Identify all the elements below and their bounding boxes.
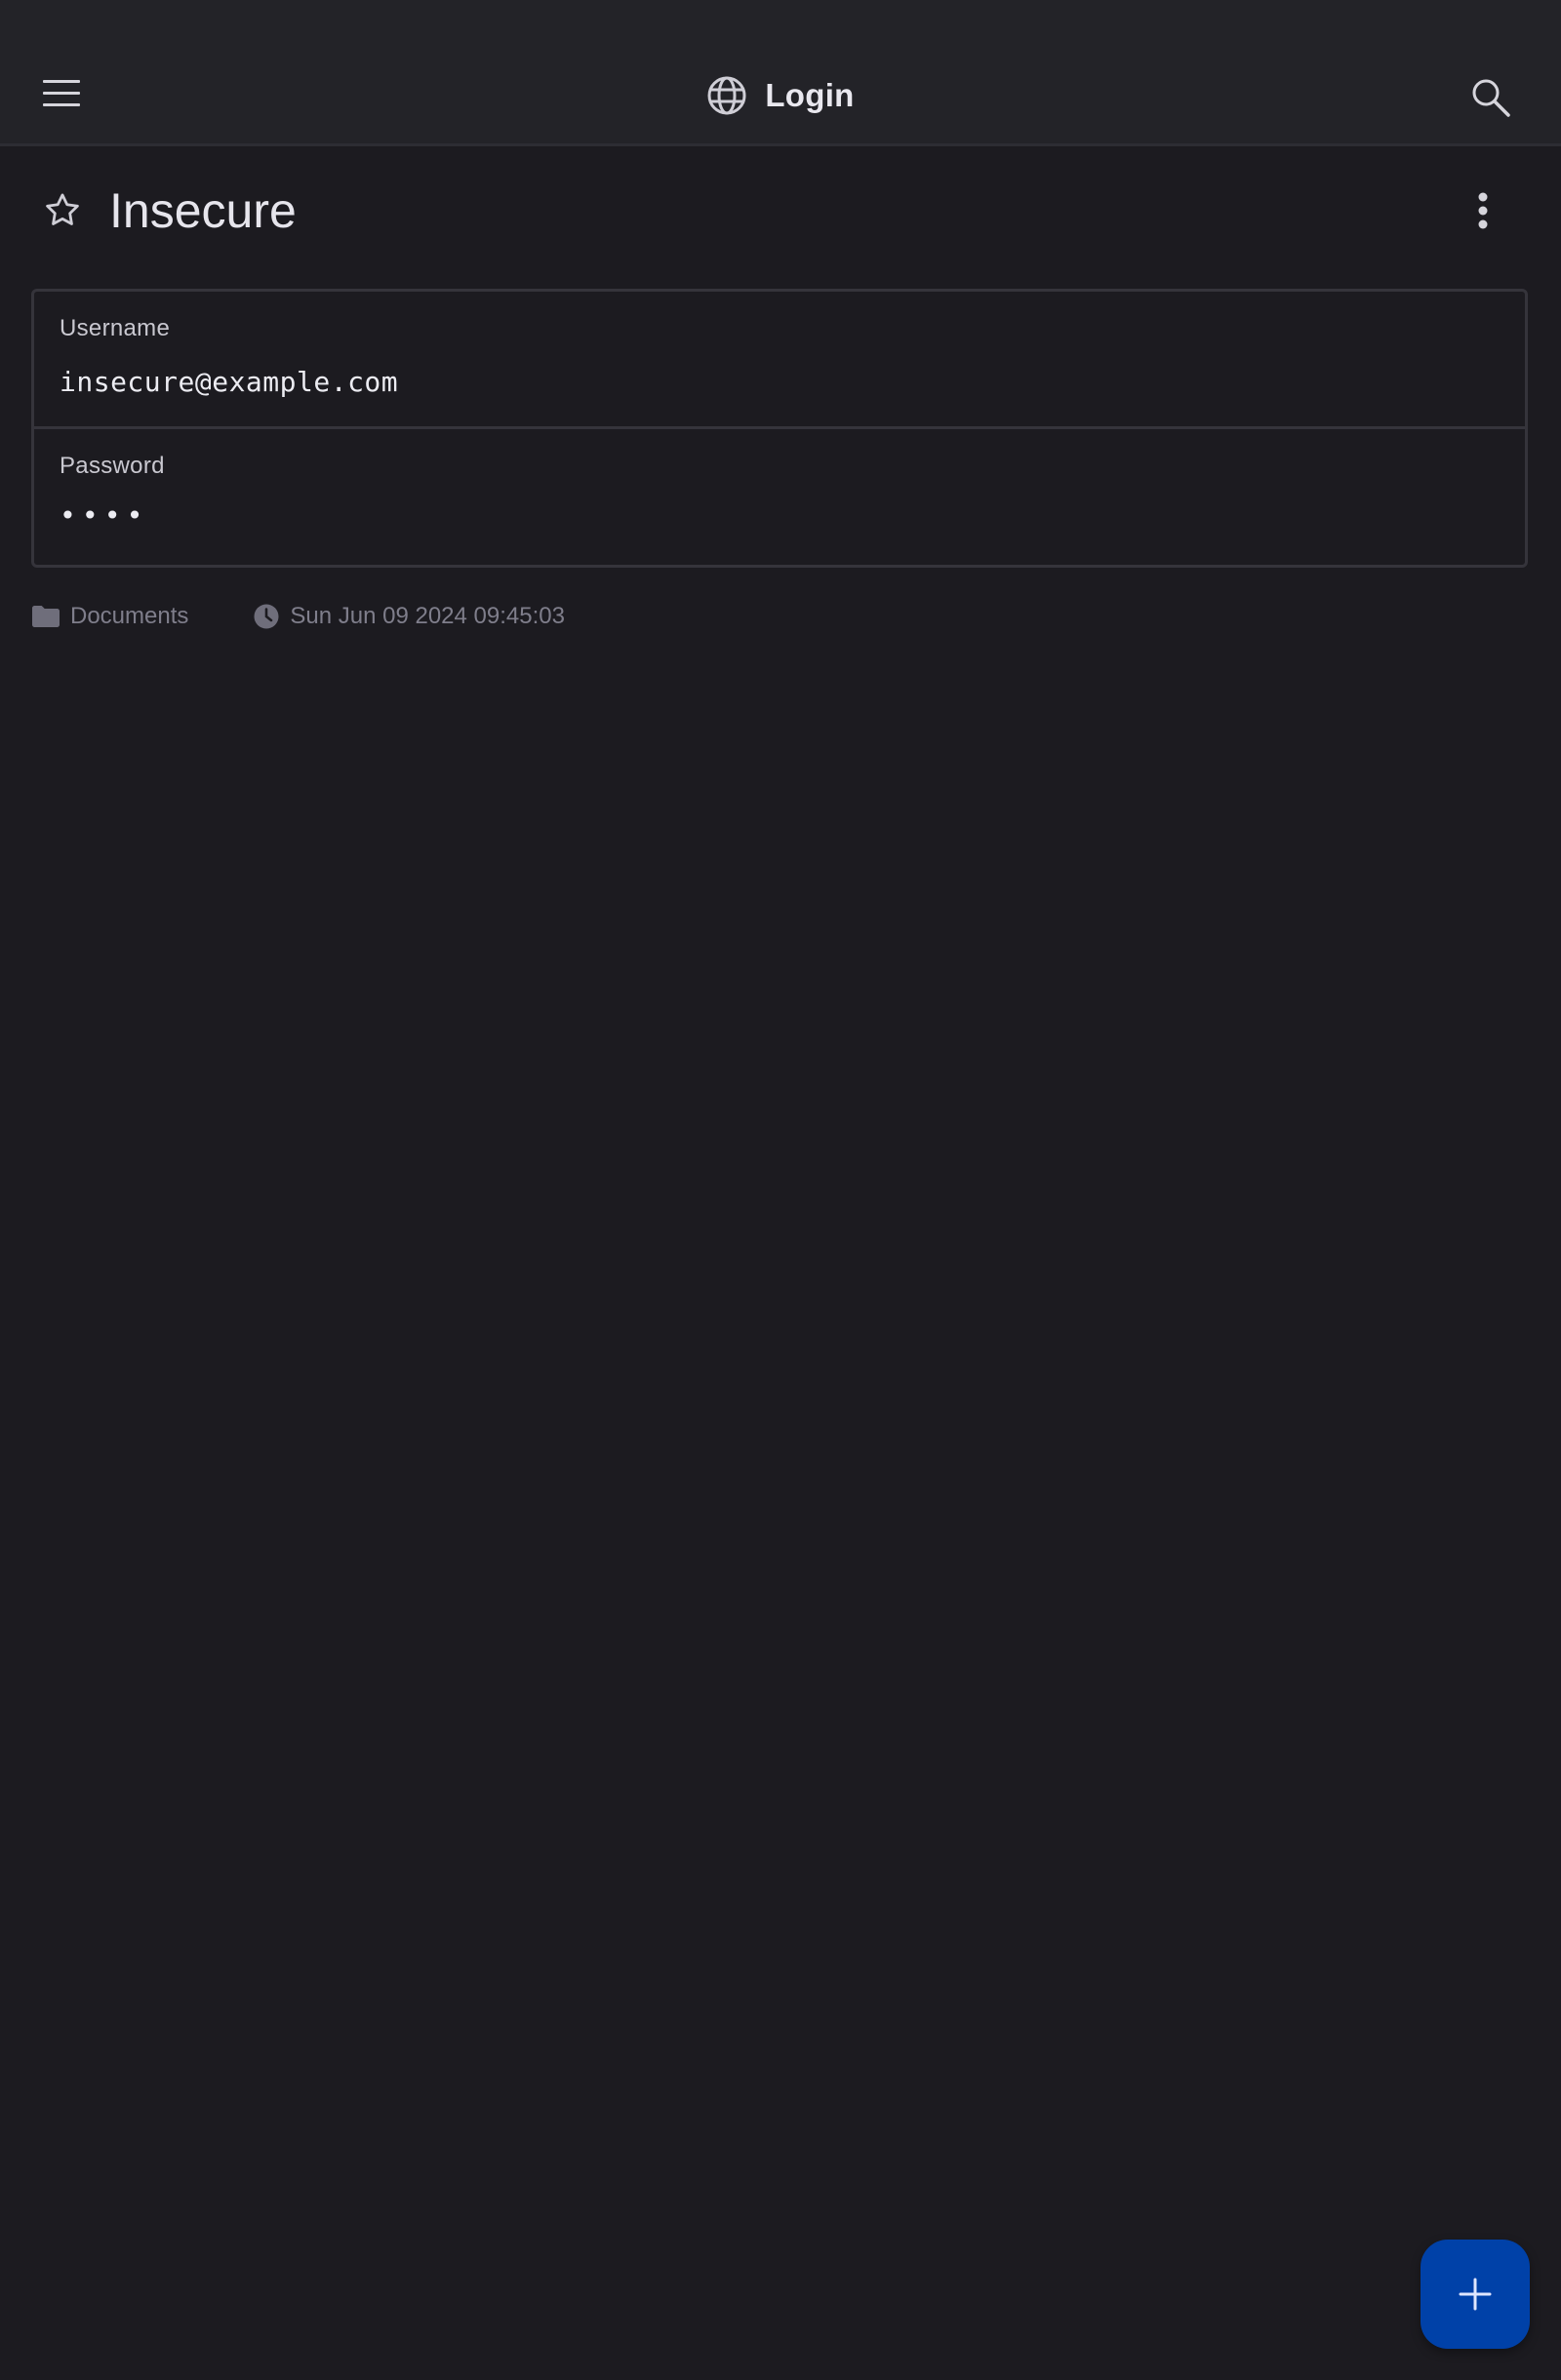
username-label: Username [60, 315, 171, 341]
search-icon [1472, 79, 1510, 117]
more-options-button[interactable] [1448, 176, 1518, 246]
folder-meta[interactable]: Documents [31, 603, 188, 630]
folder-icon [32, 606, 60, 627]
page-title: Login [765, 77, 855, 113]
entry-meta: Documents Sun Jun 09 2024 09:45:03 [31, 599, 565, 634]
modified-timestamp: Sun Jun 09 2024 09:45:03 [290, 603, 565, 629]
favorite-button[interactable] [27, 176, 98, 246]
star-outline-icon [46, 193, 79, 225]
clock-icon [254, 604, 279, 629]
entry-fields-card: Username insecure@example.com Password •… [31, 289, 1528, 568]
app-root: Login Insecure Username insecure@example… [0, 0, 1561, 2380]
username-value[interactable]: insecure@example.com [60, 366, 398, 398]
hamburger-menu-icon [43, 80, 80, 106]
entry-header: Insecure [0, 176, 1561, 246]
username-field[interactable]: Username insecure@example.com [34, 292, 1525, 429]
password-field[interactable]: Password •••• [34, 429, 1525, 565]
globe-icon [707, 76, 746, 115]
add-entry-fab[interactable] [1421, 2240, 1530, 2349]
entry-title: Insecure [109, 183, 297, 238]
plus-icon [1459, 2278, 1492, 2311]
top-app-bar: Login [0, 0, 1561, 146]
more-vertical-icon [1478, 192, 1488, 229]
menu-button[interactable] [27, 59, 98, 129]
app-bar-title: Login [0, 70, 1561, 121]
modified-meta: Sun Jun 09 2024 09:45:03 [253, 603, 565, 630]
search-button[interactable] [1456, 62, 1526, 133]
folder-name: Documents [70, 603, 189, 629]
password-value[interactable]: •••• [60, 499, 148, 532]
password-label: Password [60, 453, 165, 479]
